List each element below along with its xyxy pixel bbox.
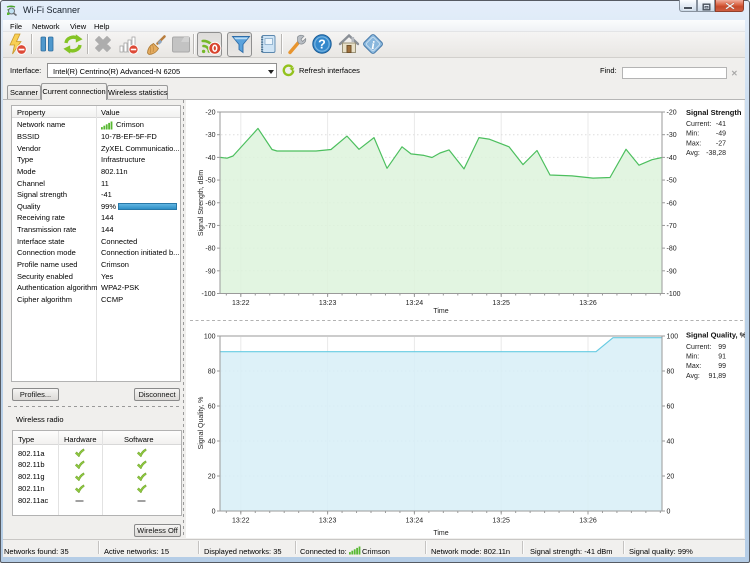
svg-text:13:23: 13:23: [319, 300, 337, 307]
svg-text:Avg:: Avg:: [686, 150, 700, 157]
svg-text:-50: -50: [205, 178, 215, 185]
svg-text:Signal Strength, dBm: Signal Strength, dBm: [198, 170, 205, 236]
svg-text:13:25: 13:25: [492, 518, 510, 525]
svg-text:Min:: Min:: [686, 131, 699, 138]
svg-text:Time: Time: [433, 530, 448, 537]
svg-text:-49: -49: [716, 131, 726, 138]
svg-text:-38,28: -38,28: [706, 150, 726, 157]
svg-text:-80: -80: [667, 246, 677, 253]
svg-text:80: 80: [667, 369, 675, 376]
svg-text:91: 91: [718, 354, 726, 361]
svg-text:13:22: 13:22: [232, 518, 250, 525]
svg-text:0: 0: [212, 509, 216, 516]
svg-text:0: 0: [667, 509, 671, 516]
svg-text:Max:: Max:: [686, 140, 701, 147]
svg-text:91,89: 91,89: [708, 373, 726, 380]
svg-text:13:26: 13:26: [579, 300, 597, 307]
svg-text:13:25: 13:25: [492, 300, 510, 307]
svg-text:Min:: Min:: [686, 354, 699, 361]
svg-text:60: 60: [667, 404, 675, 411]
svg-text:-41: -41: [716, 121, 726, 128]
svg-text:60: 60: [208, 404, 216, 411]
svg-text:-80: -80: [205, 246, 215, 253]
svg-text:Time: Time: [433, 308, 448, 315]
svg-text:20: 20: [208, 474, 216, 481]
svg-text:-100: -100: [667, 291, 681, 298]
svg-text:80: 80: [208, 369, 216, 376]
svg-text:Max:: Max:: [686, 363, 701, 370]
svg-text:-50: -50: [667, 178, 677, 185]
svg-text:Signal Quality, %: Signal Quality, %: [686, 331, 745, 340]
svg-text:Avg:: Avg:: [686, 373, 700, 380]
svg-text:-40: -40: [205, 155, 215, 162]
svg-text:13:24: 13:24: [406, 300, 424, 307]
svg-text:-90: -90: [205, 268, 215, 275]
svg-text:Current:: Current:: [686, 344, 711, 351]
svg-text:-60: -60: [205, 200, 215, 207]
svg-text:40: 40: [667, 439, 675, 446]
svg-text:13:22: 13:22: [232, 300, 250, 307]
svg-text:-30: -30: [667, 132, 677, 139]
svg-text:-90: -90: [667, 268, 677, 275]
svg-text:-30: -30: [205, 132, 215, 139]
svg-text:Signal Quality, %: Signal Quality, %: [198, 397, 205, 450]
svg-text:99: 99: [718, 344, 726, 351]
svg-text:100: 100: [667, 334, 679, 341]
svg-text:Current:: Current:: [686, 121, 711, 128]
svg-text:-60: -60: [667, 200, 677, 207]
svg-text:?: ?: [318, 38, 326, 52]
svg-text:40: 40: [208, 439, 216, 446]
svg-text:-100: -100: [201, 291, 215, 298]
svg-text:-70: -70: [667, 223, 677, 230]
svg-text:-20: -20: [667, 110, 677, 117]
svg-text:20: 20: [667, 474, 675, 481]
svg-text:13:24: 13:24: [406, 518, 424, 525]
svg-text:-20: -20: [205, 110, 215, 117]
svg-text:-27: -27: [716, 140, 726, 147]
svg-text:-40: -40: [667, 155, 677, 162]
svg-text:13:26: 13:26: [579, 518, 597, 525]
svg-text:13:23: 13:23: [319, 518, 337, 525]
svg-text:99: 99: [718, 363, 726, 370]
svg-text:-70: -70: [205, 223, 215, 230]
svg-text:Signal Strength: Signal Strength: [686, 108, 742, 117]
svg-text:100: 100: [204, 334, 216, 341]
